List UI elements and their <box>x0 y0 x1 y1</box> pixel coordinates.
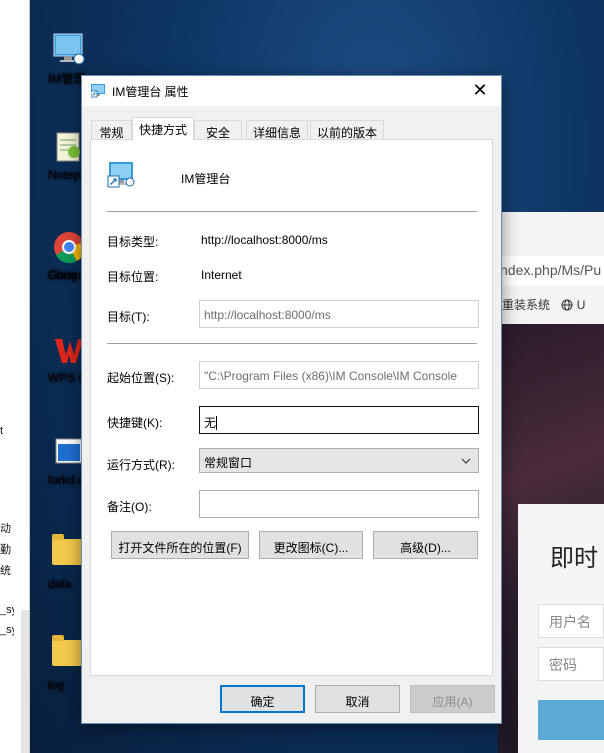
hotkey-field[interactable]: 无 <box>199 406 479 434</box>
dialog-titlebar[interactable]: IM管理台 属性 ✕ <box>82 76 501 106</box>
browser-bookmarks-bar: 重装系统 U <box>498 292 604 318</box>
tab-general[interactable]: 常规 <box>91 120 132 140</box>
bookmark-item[interactable]: 重装系统 <box>502 298 550 312</box>
target-location-value: Internet <box>201 268 242 282</box>
background-window-strip: t 动 勤 统 _sy _sy <box>0 0 30 753</box>
target-field[interactable]: http://localhost:8000/ms <box>199 300 479 328</box>
close-icon[interactable]: ✕ <box>465 78 495 104</box>
tab-details[interactable]: 详细信息 <box>246 120 308 140</box>
shortcut-name: IM管理台 <box>181 172 231 186</box>
background-scrollbar <box>21 610 29 753</box>
desktop-icon-label: IM管理 <box>48 72 86 86</box>
desktop-icon-label: log <box>48 678 65 692</box>
background-text: 统 <box>0 565 11 577</box>
shortcut-large-icon <box>107 160 137 190</box>
dialog-title: IM管理台 属性 <box>112 85 189 99</box>
hotkey-label: 快捷键(K): <box>107 416 163 430</box>
change-icon-button[interactable]: 更改图标(C)... <box>259 531 363 559</box>
run-select[interactable]: 常规窗口 <box>199 448 479 473</box>
apply-button[interactable]: 应用(A) <box>410 685 495 713</box>
shortcut-panel: IM管理台 目标类型: http://localhost:8000/ms 目标位… <box>90 139 493 676</box>
start-in-field[interactable]: "C:\Program Files (x86)\IM Console\IM Co… <box>199 361 479 389</box>
tab-security[interactable]: 安全 <box>194 120 242 140</box>
background-browser: ndex.php/Ms/Pu 重装系统 U 即时 用户名 密码 <box>498 212 604 753</box>
properties-dialog: IM管理台 属性 ✕ 常规 快捷方式 安全 详细信息 以前的版本 IM管理台 目… <box>81 75 502 724</box>
globe-icon <box>561 298 576 312</box>
background-text: 勤 <box>0 544 11 556</box>
background-text: 动 <box>0 523 11 535</box>
comment-field[interactable] <box>199 490 479 518</box>
im-console-icon <box>52 32 86 66</box>
desktop-icon-label: forkd.e <box>48 473 85 487</box>
hotkey-value: 无 <box>204 416 217 430</box>
tab-shortcut[interactable]: 快捷方式 <box>132 117 194 140</box>
background-text: _sy <box>0 624 14 636</box>
target-label: 目标(T): <box>107 310 150 324</box>
login-title: 即时 <box>550 545 598 572</box>
divider <box>107 343 477 344</box>
text-caret <box>216 416 218 430</box>
target-location-label: 目标位置: <box>107 270 159 284</box>
desktop-icon-im[interactable]: IM管理 <box>32 32 106 86</box>
advanced-button[interactable]: 高级(D)... <box>373 531 478 559</box>
browser-address-bar[interactable]: ndex.php/Ms/Pu <box>498 256 604 286</box>
run-select-value: 常规窗口 <box>204 456 253 470</box>
desktop-icon-label-line2: Chron <box>48 268 81 282</box>
shortcut-app-icon <box>90 84 107 98</box>
desktop-icon-label: data <box>48 577 72 591</box>
ok-button[interactable]: 确定 <box>220 685 305 713</box>
target-type-label: 目标类型: <box>107 235 159 249</box>
target-type-value: http://localhost:8000/ms <box>201 233 328 247</box>
login-button[interactable] <box>538 700 604 740</box>
cancel-button[interactable]: 取消 <box>315 685 400 713</box>
start-in-label: 起始位置(S): <box>107 371 175 385</box>
chevron-down-icon <box>460 455 472 467</box>
open-file-location-button[interactable]: 打开文件所在的位置(F) <box>111 531 249 559</box>
username-input[interactable]: 用户名 <box>538 604 604 638</box>
background-text: t <box>0 425 4 437</box>
run-label: 运行方式(R): <box>107 458 175 472</box>
tab-previous-versions[interactable]: 以前的版本 <box>310 120 384 140</box>
background-text: _sy <box>0 604 14 616</box>
divider <box>107 211 477 212</box>
bookmark-item[interactable]: U <box>577 298 586 312</box>
password-input[interactable]: 密码 <box>538 647 604 681</box>
comment-label: 备注(O): <box>107 500 152 514</box>
login-card: 即时 用户名 密码 <box>518 504 604 753</box>
